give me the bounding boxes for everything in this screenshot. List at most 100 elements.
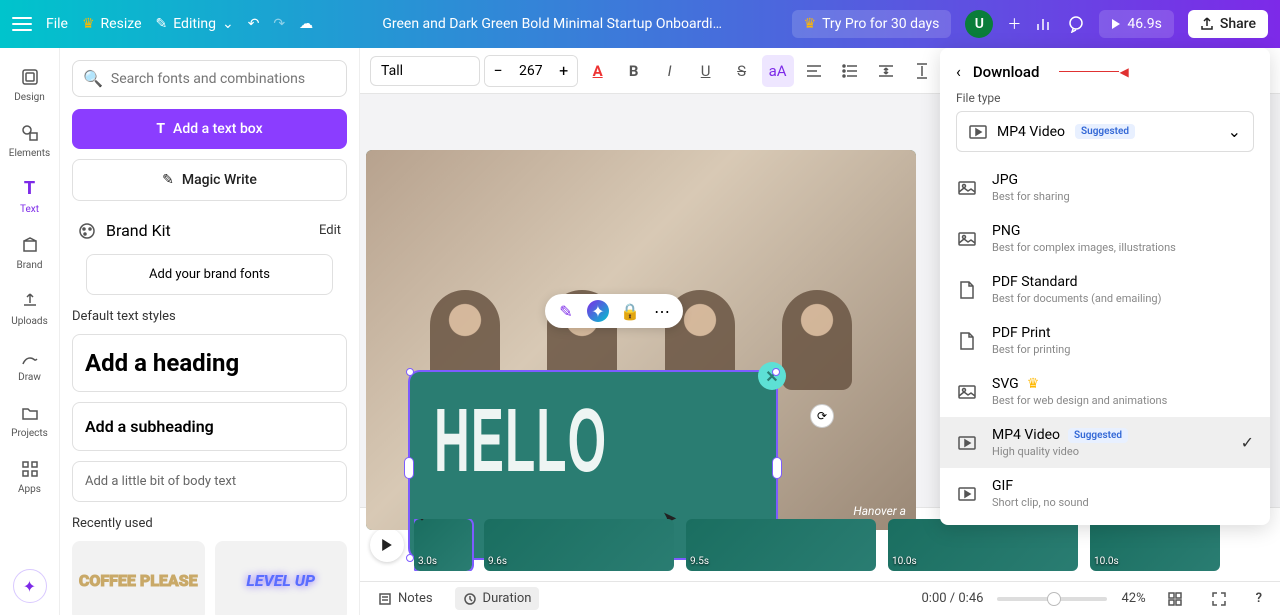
redo-button[interactable]: ↷ [273, 16, 285, 32]
editing-menu[interactable]: ✎Editing⌄ [156, 16, 234, 32]
undo-button[interactable]: ↶ [248, 16, 260, 32]
search-input-wrap[interactable]: 🔍 [72, 60, 347, 97]
left-rail: Design Elements TText Brand Uploads Draw… [0, 48, 60, 615]
timeline-clip-2[interactable]: 9.6s [484, 519, 674, 571]
font-select[interactable]: Tall [370, 56, 480, 86]
timeline-clip-4[interactable]: 10.0s [888, 519, 1078, 571]
text-color-button[interactable]: A [582, 55, 614, 87]
palette-icon [78, 222, 96, 240]
download-title: Download [973, 63, 1040, 81]
italic-button[interactable]: I [654, 55, 686, 87]
delete-element-button[interactable]: ✕ [758, 362, 786, 390]
user-avatar[interactable]: U [965, 10, 993, 38]
add-subheading-card[interactable]: Add a subheading [72, 402, 347, 451]
file-menu[interactable]: File [46, 16, 68, 32]
timeline-clip-5[interactable]: 10.0s [1090, 519, 1220, 571]
zoom-thumb[interactable] [1047, 592, 1061, 606]
list-button[interactable] [834, 55, 866, 87]
spacing-button[interactable] [870, 55, 902, 87]
rail-elements[interactable]: Elements [2, 114, 58, 166]
notes-button[interactable]: Notes [370, 587, 441, 610]
playhead[interactable] [416, 519, 427, 521]
resize-handle-e[interactable] [772, 457, 782, 479]
font-size-stepper: − 267 + [484, 55, 578, 87]
fullscreen-button[interactable] [1204, 588, 1234, 610]
file-type-option-pdf-standard[interactable]: PDF StandardBest for documents (and emai… [940, 264, 1270, 315]
analytics-button[interactable] [1035, 15, 1053, 33]
rail-brand[interactable]: Brand [2, 226, 58, 278]
brand-kit-label: Brand Kit [106, 221, 171, 240]
rail-uploads[interactable]: Uploads [2, 282, 58, 334]
file-type-option-png[interactable]: PNGBest for complex images, illustration… [940, 213, 1270, 264]
file-type-icon [956, 483, 978, 505]
text-content[interactable]: HELLO [434, 390, 607, 493]
file-type-option-jpg[interactable]: JPGBest for sharing [940, 162, 1270, 213]
subheading-text: Add a subheading [85, 417, 334, 436]
try-pro-button[interactable]: ♛Try Pro for 30 days [792, 10, 952, 38]
timeline-clip-3[interactable]: 9.5s [686, 519, 876, 571]
file-type-option-pdf-print[interactable]: PDF PrintBest for printing [940, 315, 1270, 366]
text-case-button[interactable]: aA [762, 55, 794, 87]
add-member-button[interactable]: ＋ [1007, 14, 1021, 34]
rail-text[interactable]: TText [2, 170, 58, 222]
comment-button[interactable] [1067, 15, 1085, 33]
sync-badge[interactable]: ⟳ [810, 404, 834, 428]
file-type-option-mp4-video[interactable]: MP4 VideoSuggestedHigh quality video✓ [940, 417, 1270, 468]
lock-icon[interactable]: 🔒 [619, 300, 641, 322]
rail-draw[interactable]: Draw [2, 338, 58, 390]
zoom-slider[interactable] [997, 597, 1107, 601]
add-brand-fonts-button[interactable]: Add your brand fonts [86, 254, 334, 295]
recent-style-coffee[interactable]: COFFEE PLEASE [72, 541, 205, 615]
rail-apps[interactable]: Apps [2, 450, 58, 502]
resize-handle-ne[interactable] [772, 368, 780, 376]
timeline-clips[interactable]: 3.0s9.6s9.5s10.0s10.0s [414, 519, 1220, 571]
font-size-value[interactable]: 267 [511, 63, 551, 79]
recent-style-level[interactable]: LEVEL UP [215, 541, 348, 615]
share-button[interactable]: Share [1188, 10, 1268, 38]
file-type-selected: MP4 Video [997, 124, 1065, 140]
magic-edit-icon[interactable]: ✎ [555, 300, 577, 322]
ai-assistant-button[interactable]: ✦ [13, 569, 47, 603]
resize-button[interactable]: ♛Resize [82, 16, 142, 32]
strikethrough-button[interactable]: S [726, 55, 758, 87]
file-type-option-gif[interactable]: GIFShort clip, no sound [940, 468, 1270, 519]
cloud-sync-icon[interactable]: ☁ [299, 16, 313, 32]
timeline-clip-1[interactable]: 3.0s [414, 519, 472, 571]
rail-label: Brand [16, 260, 42, 271]
document-title[interactable]: Green and Dark Green Bold Minimal Startu… [382, 16, 722, 32]
help-button[interactable]: ? [1248, 587, 1270, 610]
resize-handle-w[interactable] [404, 457, 414, 479]
bold-button[interactable]: B [618, 55, 650, 87]
suggested-badge: Suggested [1068, 428, 1128, 443]
duration-button[interactable]: Duration [455, 587, 540, 610]
file-type-select[interactable]: MP4 Video Suggested ⌄ [956, 111, 1254, 152]
rail-design[interactable]: Design [2, 58, 58, 110]
align-button[interactable] [798, 55, 830, 87]
underline-button[interactable]: U [690, 55, 722, 87]
timeline-play-button[interactable] [370, 528, 404, 562]
play-preview-button[interactable]: 46.9s [1099, 10, 1174, 38]
more-icon[interactable]: ⋯ [651, 300, 673, 322]
hamburger-menu[interactable] [12, 17, 32, 31]
resize-handle-nw[interactable] [406, 368, 414, 376]
add-text-box-button[interactable]: TAdd a text box [72, 109, 347, 149]
try-pro-label: Try Pro for 30 days [822, 16, 939, 32]
file-type-option-svg[interactable]: SVG♛Best for web design and animations [940, 366, 1270, 417]
add-body-card[interactable]: Add a little bit of body text [72, 461, 347, 502]
decrease-font[interactable]: − [485, 56, 511, 86]
grid-view-button[interactable] [1160, 588, 1190, 610]
magic-write-button[interactable]: ✎Magic Write [72, 159, 347, 201]
zoom-value: 42% [1121, 591, 1145, 606]
ai-icon[interactable]: ✦ [587, 300, 609, 322]
text-icon: T [156, 121, 165, 137]
increase-font[interactable]: + [551, 56, 577, 86]
edit-brand-kit[interactable]: Edit [319, 223, 341, 238]
back-button[interactable]: ‹ [956, 62, 961, 81]
search-input[interactable] [111, 71, 336, 87]
rail-projects[interactable]: Projects [2, 394, 58, 446]
heading-text: Add a heading [85, 349, 334, 377]
resize-handle-sw[interactable] [406, 554, 414, 562]
vertical-text-button[interactable] [906, 55, 938, 87]
add-heading-card[interactable]: Add a heading [72, 334, 347, 392]
rail-label: Design [14, 92, 45, 103]
